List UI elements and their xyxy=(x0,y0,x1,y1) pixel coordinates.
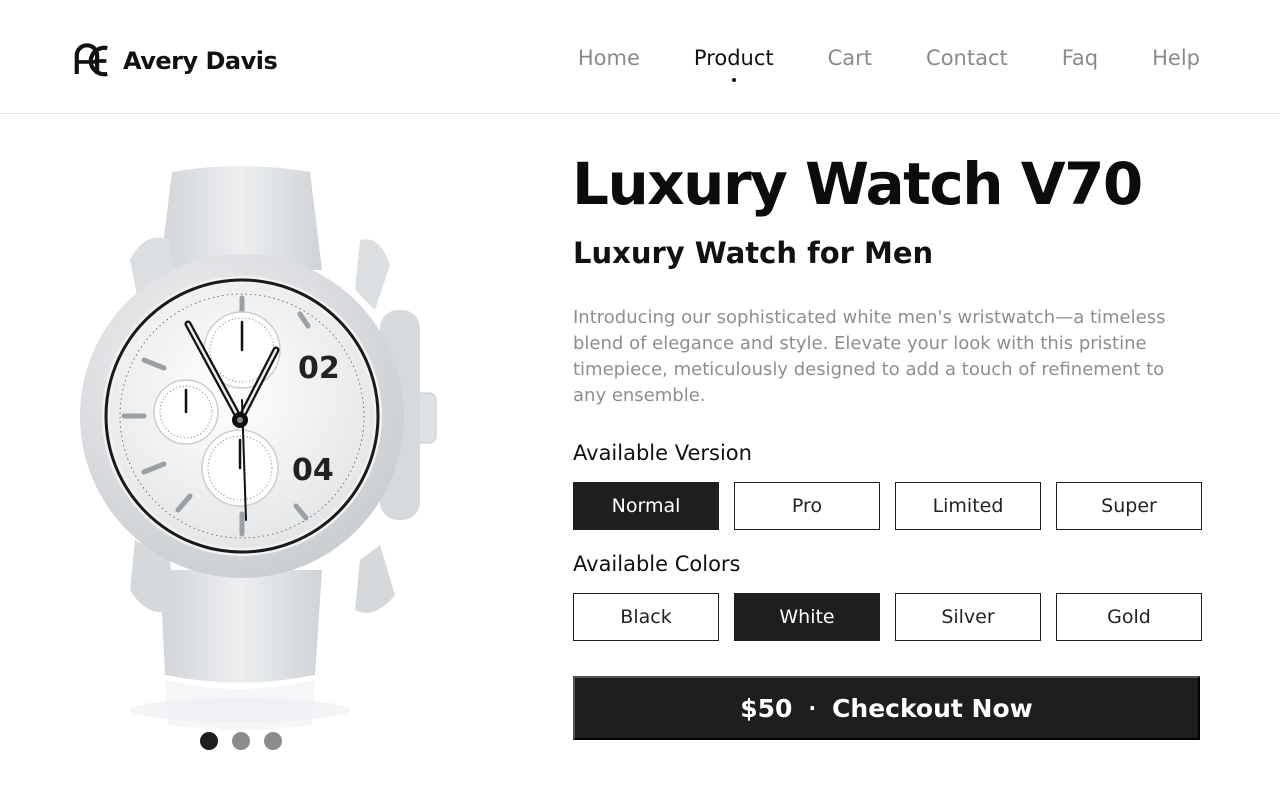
site-header: Avery Davis Home Product Cart Contact Fa… xyxy=(0,0,1280,114)
version-options: Normal Pro Limited Super xyxy=(573,482,1202,530)
dial-number-02: 02 xyxy=(298,351,340,386)
checkout-button[interactable]: $50 · Checkout Now xyxy=(573,676,1200,740)
brand[interactable]: Avery Davis xyxy=(74,42,278,80)
version-option-pro[interactable]: Pro xyxy=(734,482,880,530)
product-subtitle: Luxury Watch for Men xyxy=(573,236,934,270)
version-option-limited[interactable]: Limited xyxy=(895,482,1041,530)
gallery-dot-1[interactable] xyxy=(200,732,218,750)
ae-monogram-logo-icon xyxy=(74,43,108,77)
gallery-dot-3[interactable] xyxy=(264,732,282,750)
nav-cart[interactable]: Cart xyxy=(828,46,872,70)
color-options: Black White Silver Gold xyxy=(573,593,1202,641)
nav-product[interactable]: Product xyxy=(693,46,774,82)
main-nav: Home Product Cart Contact Faq Help xyxy=(578,46,1200,82)
color-section-label: Available Colors xyxy=(573,552,741,576)
nav-faq[interactable]: Faq xyxy=(1062,46,1098,70)
nav-help[interactable]: Help xyxy=(1152,46,1200,70)
color-option-silver[interactable]: Silver xyxy=(895,593,1041,641)
nav-contact[interactable]: Contact xyxy=(926,46,1008,70)
color-option-black[interactable]: Black xyxy=(573,593,719,641)
gallery-pagination xyxy=(200,732,282,750)
version-section-label: Available Version xyxy=(573,441,752,465)
active-indicator-dot xyxy=(731,78,736,82)
version-option-super[interactable]: Super xyxy=(1056,482,1202,530)
brand-name: Avery Davis xyxy=(123,47,278,75)
checkout-separator: · xyxy=(808,696,817,720)
product-description: Introducing our sophisticated white men'… xyxy=(573,307,1166,406)
checkout-label: Checkout Now xyxy=(832,693,1033,723)
gallery-dot-2[interactable] xyxy=(232,732,250,750)
dial-number-04: 04 xyxy=(292,453,334,488)
version-option-normal[interactable]: Normal xyxy=(573,482,719,530)
product-title: Luxury Watch V70 xyxy=(572,150,1143,218)
white-chronograph-watch-image: 02 04 xyxy=(80,166,437,730)
color-option-gold[interactable]: Gold xyxy=(1056,593,1202,641)
nav-product-label: Product xyxy=(693,46,774,70)
color-option-white[interactable]: White xyxy=(734,593,880,641)
nav-home[interactable]: Home xyxy=(578,46,640,70)
checkout-price: $50 xyxy=(740,693,793,723)
